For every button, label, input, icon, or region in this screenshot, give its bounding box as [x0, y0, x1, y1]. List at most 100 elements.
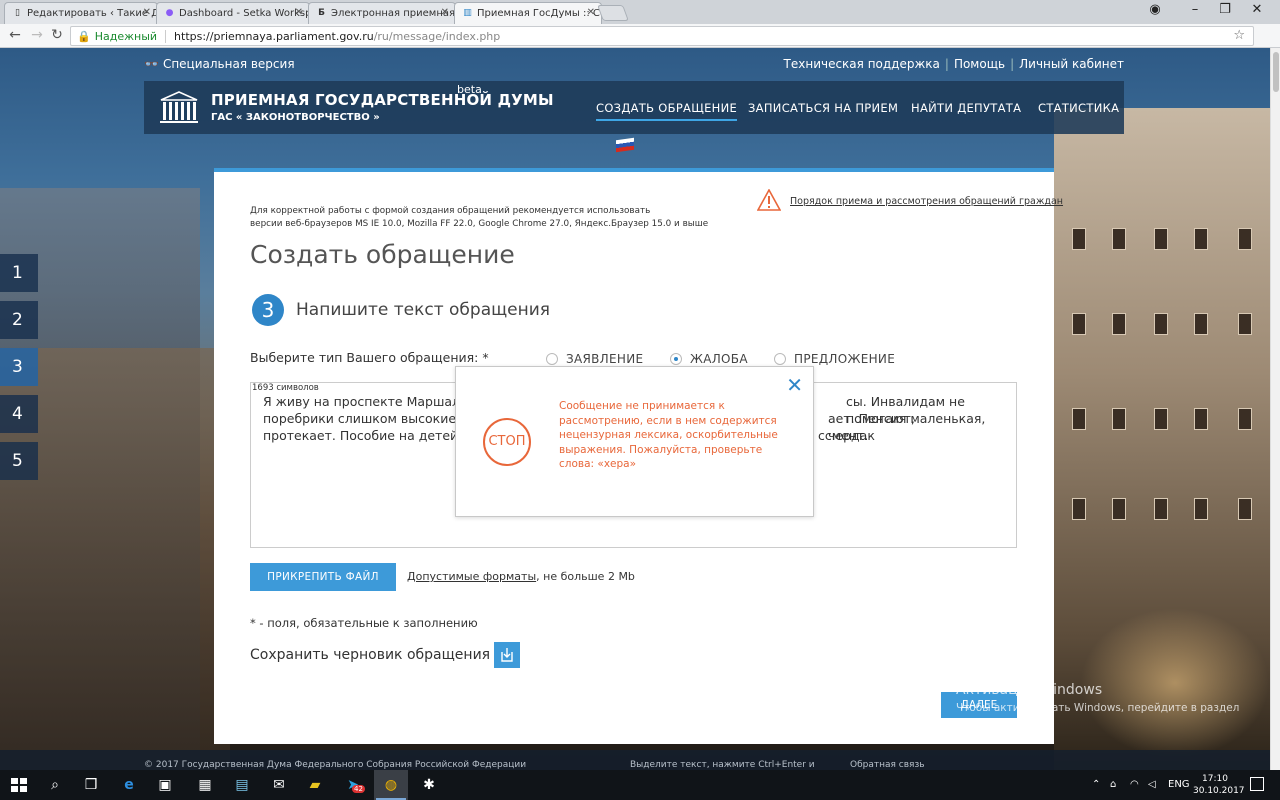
step-5[interactable]: 5 [0, 442, 38, 480]
stop-badge: СТОП [483, 418, 531, 466]
site-header: ПРИЕМНАЯ ГОСУДАРСТВЕННОЙ ДУМЫ ГАС « ЗАКО… [144, 81, 1124, 134]
attach-file-button[interactable]: ПРИКРЕПИТЬ ФАЙЛ [250, 563, 396, 591]
maximize-icon[interactable]: ❐ [1210, 2, 1240, 17]
setka-icon: ● [165, 8, 174, 18]
tab-title: Электронная приемная [331, 8, 456, 19]
message-line: протекает. Пособие на детей н [263, 428, 471, 443]
search-icon[interactable]: ⌕ [46, 777, 64, 793]
special-version-link[interactable]: 👓 Специальная версия [144, 57, 295, 71]
radio-button[interactable] [546, 353, 558, 365]
nav-statistics[interactable]: СТАТИСТИКА [1038, 101, 1119, 115]
logo-title[interactable]: ПРИЕМНАЯ ГОСУДАРСТВЕННОЙ ДУМЫ [211, 91, 554, 109]
bookmark-star-icon[interactable]: ☆ [1233, 28, 1245, 43]
footer-copyright: © 2017 Государственная Дума Федерального… [144, 760, 527, 770]
radio-complaint[interactable]: ЖАЛОБА [670, 352, 748, 366]
windows-start-icon[interactable] [10, 777, 28, 793]
special-version-label: Специальная версия [162, 57, 295, 71]
site-footer: © 2017 Государственная Дума Федерального… [0, 750, 1270, 770]
allowed-formats-link[interactable]: Допустимые форматы [407, 570, 536, 583]
warning-icon [757, 189, 781, 211]
task-view-icon[interactable]: ❒ [82, 777, 100, 793]
nav-create-appeal[interactable]: СОЗДАТЬ ОБРАЩЕНИЕ [596, 101, 738, 121]
notice-line: версии веб-браузеров MS IE 10.0, Mozilla… [250, 219, 709, 229]
step-3[interactable]: 3 [0, 348, 38, 386]
personal-account-link[interactable]: Личный кабинет [1019, 57, 1124, 71]
url-path: /ru/message/index.php [373, 30, 501, 43]
step-title: Напишите текст обращения [296, 300, 550, 320]
app-icon[interactable]: ✱ [420, 777, 438, 793]
lock-icon: 🔒 [77, 30, 91, 43]
back-icon[interactable]: ← [6, 27, 24, 43]
browser-tab[interactable]: Б Электронная приемная ✕ [308, 2, 456, 24]
windows-activation-watermark: Активация Windows Чтобы активировать Win… [956, 682, 1239, 731]
clock[interactable]: 17:10 30.10.2017 [1193, 773, 1245, 797]
appeal-procedure-link[interactable]: Порядок приема и рассмотрения обращений … [790, 196, 1063, 207]
tab-title: Dashboard - Setka Workspace [179, 8, 309, 19]
url-host: https://priemnaya.parliament.gov.ru [174, 30, 374, 43]
close-window-icon[interactable]: ✕ [1242, 2, 1272, 17]
file-explorer-icon[interactable]: ▰ [306, 777, 324, 793]
clock-date: 30.10.2017 [1193, 786, 1245, 796]
feedback-link[interactable]: Обратная связь [850, 760, 925, 770]
save-draft-label: Сохранить черновик обращения [250, 647, 491, 663]
required-fields-note: * - поля, обязательные к заполнению [250, 616, 478, 630]
save-draft-button[interactable] [494, 642, 520, 668]
minimize-icon[interactable]: – [1180, 2, 1210, 17]
step-number-badge: 3 [252, 294, 284, 326]
page-scrollbar[interactable] [1270, 48, 1280, 770]
char-counter: 1693 символов [252, 383, 319, 393]
nav-find-deputy[interactable]: НАЙТИ ДЕПУТАТА [911, 101, 1021, 115]
duma-building-icon[interactable] [158, 90, 200, 124]
tab-title: Редактировать ‹ Такие Дела [27, 8, 157, 19]
reload-icon[interactable]: ↻ [48, 27, 66, 43]
language-indicator[interactable]: ENG [1168, 779, 1190, 790]
forward-icon[interactable]: → [28, 27, 46, 43]
browser-tab[interactable]: ▯ Редактировать ‹ Такие Дела ✕ [4, 2, 158, 24]
network-icon[interactable]: ⌂ [1110, 779, 1116, 790]
address-bar[interactable]: 🔒 Надежный https://priemnaya.parliament.go… [70, 26, 1254, 46]
formats-info: Допустимые форматы, не больше 2 Mb [407, 570, 635, 583]
new-tab-button[interactable] [597, 5, 629, 21]
duma-icon: ▥ [463, 8, 472, 18]
top-links: Техническая поддержка | Помощь | Личный каби… [783, 57, 1124, 71]
radio-button-selected[interactable] [670, 353, 682, 365]
browser-tab[interactable]: ● Dashboard - Setka Workspace ✕ [156, 2, 310, 24]
browser-tab-active[interactable]: ▥ Приемная ГосДумы :: Создать обращение … [454, 2, 602, 24]
notepad-icon[interactable]: ▤ [233, 777, 251, 793]
glasses-icon: 👓 [144, 57, 159, 71]
close-icon[interactable]: ✕ [441, 7, 449, 18]
radio-statement[interactable]: ЗАЯВЛЕНИЕ [546, 352, 643, 366]
close-icon[interactable]: ✕ [143, 7, 151, 18]
message-line: Я живу на проспекте Маршала [263, 394, 468, 409]
calculator-icon[interactable]: ▦ [196, 777, 214, 793]
nav-make-appointment[interactable]: ЗАПИСАТЬСЯ НА ПРИЕМ [748, 101, 898, 115]
chrome-icon: ◍ [384, 777, 398, 793]
browser-toolbar: ← → ↻ 🔒 Надежный https://priemnaya.parliam… [0, 24, 1280, 67]
page-icon: ▯ [15, 8, 20, 18]
chrome-taskbar-button[interactable]: ◍ [374, 770, 408, 800]
step-4[interactable]: 4 [0, 395, 38, 433]
step-1[interactable]: 1 [0, 254, 38, 292]
close-icon[interactable]: ✕ [587, 7, 595, 18]
radio-label: ЗАЯВЛЕНИЕ [566, 352, 644, 366]
edge-icon[interactable]: e [120, 777, 138, 793]
action-center-icon[interactable] [1250, 777, 1264, 791]
radio-button[interactable] [774, 353, 786, 365]
wifi-icon[interactable]: ◠ [1130, 779, 1139, 790]
formats-size-note: , не больше 2 Mb [536, 570, 635, 583]
clock-time: 17:10 [1202, 774, 1228, 784]
tray-chevron-icon[interactable]: ⌃ [1092, 779, 1100, 790]
store-icon[interactable]: ▣ [156, 777, 174, 793]
activation-line: "Параметры". [956, 717, 1032, 729]
step-2[interactable]: 2 [0, 301, 38, 339]
profile-icon[interactable]: ◉ [1140, 2, 1170, 17]
activation-title: Активация Windows [956, 682, 1103, 698]
close-icon[interactable]: ✕ [295, 7, 303, 18]
tech-support-link[interactable]: Техническая поддержка [784, 57, 940, 71]
radio-proposal[interactable]: ПРЕДЛОЖЕНИЕ [774, 352, 895, 366]
mail-icon[interactable]: ✉ [270, 777, 288, 793]
scrollbar-thumb[interactable] [1273, 52, 1279, 92]
help-link[interactable]: Помощь [954, 57, 1005, 71]
volume-icon[interactable]: ◁ [1148, 779, 1156, 790]
close-icon[interactable]: ✕ [786, 373, 803, 397]
